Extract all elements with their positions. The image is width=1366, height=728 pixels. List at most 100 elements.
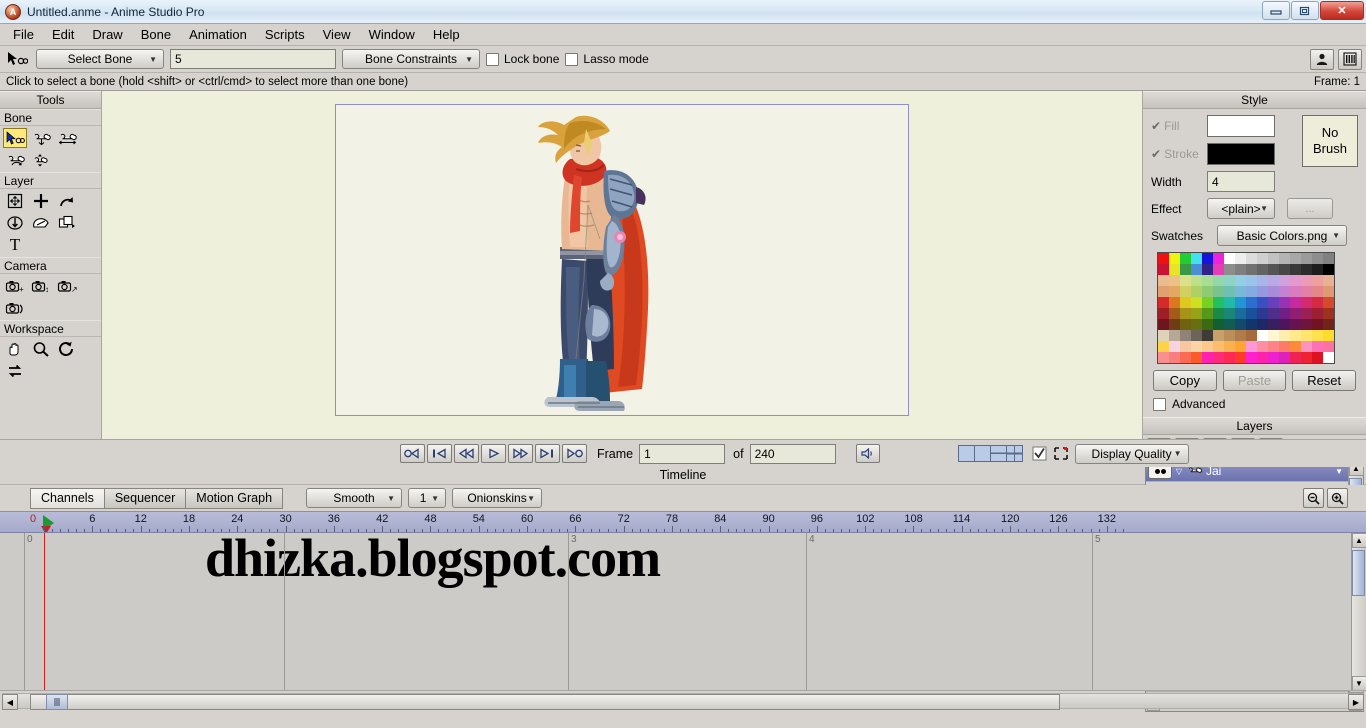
color-swatch[interactable] [1290,297,1301,308]
zoom-workspace-tool[interactable] [29,339,53,359]
color-swatch[interactable] [1180,341,1191,352]
color-swatch[interactable] [1235,286,1246,297]
color-swatch[interactable] [1213,275,1224,286]
color-swatch[interactable] [1191,286,1202,297]
color-swatch[interactable] [1312,308,1323,319]
library-icon[interactable] [1338,48,1362,70]
timeline-horizontal-scrollbar[interactable]: ◀ ▶ [0,691,1366,711]
color-swatch[interactable] [1312,319,1323,330]
color-swatch[interactable] [1312,253,1323,264]
color-swatch[interactable] [1224,297,1235,308]
color-swatch[interactable] [1158,352,1169,363]
color-swatch[interactable] [1202,330,1213,341]
add-bone-tool[interactable] [29,128,53,148]
color-swatch[interactable] [1290,264,1301,275]
color-swatch[interactable] [1290,319,1301,330]
speaker-icon[interactable] [855,444,880,463]
canvas-viewport[interactable] [102,91,1142,439]
tab-motion-graph[interactable]: Motion Graph [185,487,284,509]
hscroll-right-arrow-icon[interactable]: ▶ [1348,694,1364,710]
color-swatch[interactable] [1323,319,1334,330]
color-swatch[interactable] [1169,297,1180,308]
color-swatch[interactable] [1158,275,1169,286]
onionskins-combo[interactable]: Onionskins ▼ [452,488,543,508]
color-swatch[interactable] [1290,352,1301,363]
color-swatch[interactable] [1279,297,1290,308]
color-swatch[interactable] [1257,352,1268,363]
rotate-bone-tool[interactable] [3,150,27,170]
color-swatch[interactable] [1323,330,1334,341]
color-swatch[interactable] [1191,264,1202,275]
color-swatch[interactable] [1235,264,1246,275]
play-icon[interactable] [481,444,506,463]
twisty-expanded-icon[interactable]: ▽ [1172,467,1186,476]
color-swatch[interactable] [1235,352,1246,363]
color-swatch[interactable] [1257,275,1268,286]
color-swatch[interactable] [1312,286,1323,297]
color-swatch[interactable] [1301,330,1312,341]
color-swatch[interactable] [1301,308,1312,319]
color-swatch[interactable] [1290,308,1301,319]
color-swatch[interactable] [1224,341,1235,352]
playhead-red-marker[interactable] [41,526,51,532]
color-swatch[interactable] [1301,253,1312,264]
color-swatch[interactable] [1246,286,1257,297]
color-swatch[interactable] [1246,275,1257,286]
color-swatch[interactable] [1246,352,1257,363]
color-swatch[interactable] [1279,275,1290,286]
color-swatch[interactable] [1169,319,1180,330]
tab-sequencer[interactable]: Sequencer [103,487,187,509]
color-swatch[interactable] [1301,264,1312,275]
minimize-button[interactable] [1262,1,1290,20]
color-swatch[interactable] [1257,297,1268,308]
color-swatch[interactable] [1301,286,1312,297]
hscroll-thumb[interactable] [30,694,1060,710]
hscroll-left-arrow-icon[interactable]: ◀ [2,694,18,710]
menu-animation[interactable]: Animation [180,25,256,44]
color-swatch[interactable] [1268,352,1279,363]
color-swatch[interactable] [1257,264,1268,275]
crop-marks-icon[interactable] [1053,446,1069,461]
color-swatch[interactable] [1257,319,1268,330]
canvas-frame[interactable] [335,104,909,416]
select-bone-tool[interactable] [3,128,27,148]
color-swatch[interactable] [1279,308,1290,319]
color-swatch[interactable] [1158,286,1169,297]
color-swatch[interactable] [1191,319,1202,330]
color-swatch[interactable] [1180,308,1191,319]
close-button[interactable]: ✕ [1320,1,1364,20]
color-swatch[interactable] [1268,308,1279,319]
color-swatch[interactable] [1224,308,1235,319]
rotate-layer-tool[interactable] [55,191,79,211]
timeline-ruler[interactable]: 0 6 12 18 24 30 36 42 48 54 60 66 72 78 84 90 96 102 108 1… [0,511,1366,533]
color-swatch[interactable] [1202,286,1213,297]
color-swatch[interactable] [1224,253,1235,264]
color-swatch[interactable] [1158,253,1169,264]
color-swatch[interactable] [1235,275,1246,286]
color-swatch[interactable] [1268,275,1279,286]
restore-button[interactable] [1291,1,1319,20]
color-swatch[interactable] [1268,297,1279,308]
color-swatch[interactable] [1213,330,1224,341]
color-swatch[interactable] [1246,297,1257,308]
color-swatch[interactable] [1301,341,1312,352]
menu-scripts[interactable]: Scripts [256,25,314,44]
zoom-out-icon[interactable] [1303,488,1324,508]
color-swatch[interactable] [1312,264,1323,275]
color-swatch[interactable] [1169,286,1180,297]
menu-file[interactable]: File [4,25,43,44]
hscroll-track[interactable]: ◀ ▶ [2,693,1364,710]
color-swatch[interactable] [1290,253,1301,264]
roll-camera-tool[interactable]: ↗ [55,276,79,296]
follow-path-tool[interactable] [29,213,53,233]
color-swatch[interactable] [1235,253,1246,264]
total-frames-input[interactable]: 240 [749,443,836,464]
color-swatch[interactable] [1268,330,1279,341]
color-swatch[interactable] [1202,319,1213,330]
color-swatch[interactable] [1279,264,1290,275]
color-swatch[interactable] [1158,264,1169,275]
menu-view[interactable]: View [314,25,360,44]
color-swatch[interactable] [1290,275,1301,286]
paste-button[interactable]: Paste [1222,370,1287,391]
no-brush-button[interactable]: No Brush [1302,115,1358,167]
